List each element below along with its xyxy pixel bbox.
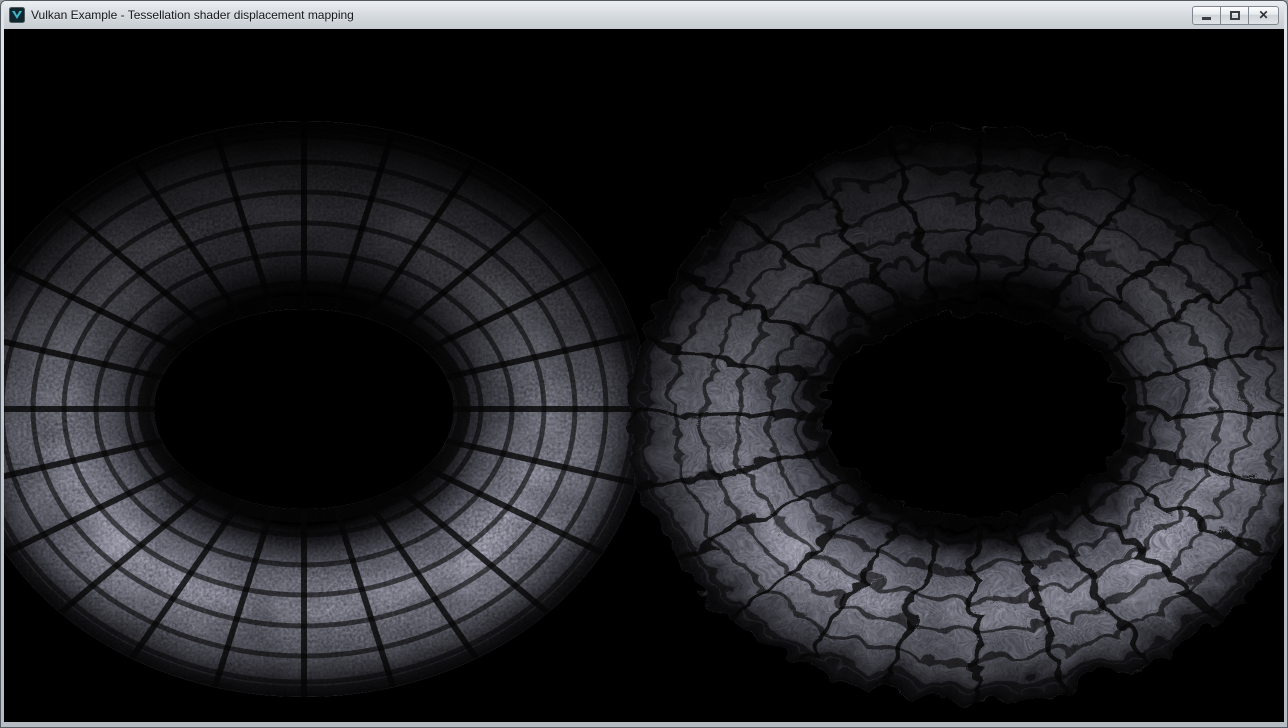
close-icon: ✕ <box>1258 9 1268 21</box>
vulkan-example-window: Vulkan Example - Tessellation shader dis… <box>0 0 1288 728</box>
caption-buttons: ✕ <box>1193 6 1279 25</box>
app-icon[interactable] <box>9 7 25 23</box>
maximize-button[interactable] <box>1220 6 1249 25</box>
minimize-button[interactable] <box>1192 6 1221 25</box>
minimize-icon <box>1202 10 1211 20</box>
render-viewport[interactable] <box>4 29 1284 722</box>
window-title: Vulkan Example - Tessellation shader dis… <box>31 8 1193 22</box>
close-button[interactable]: ✕ <box>1248 6 1279 25</box>
maximize-icon <box>1230 11 1240 20</box>
torus-scene <box>4 29 1284 722</box>
title-bar[interactable]: Vulkan Example - Tessellation shader dis… <box>4 1 1284 29</box>
